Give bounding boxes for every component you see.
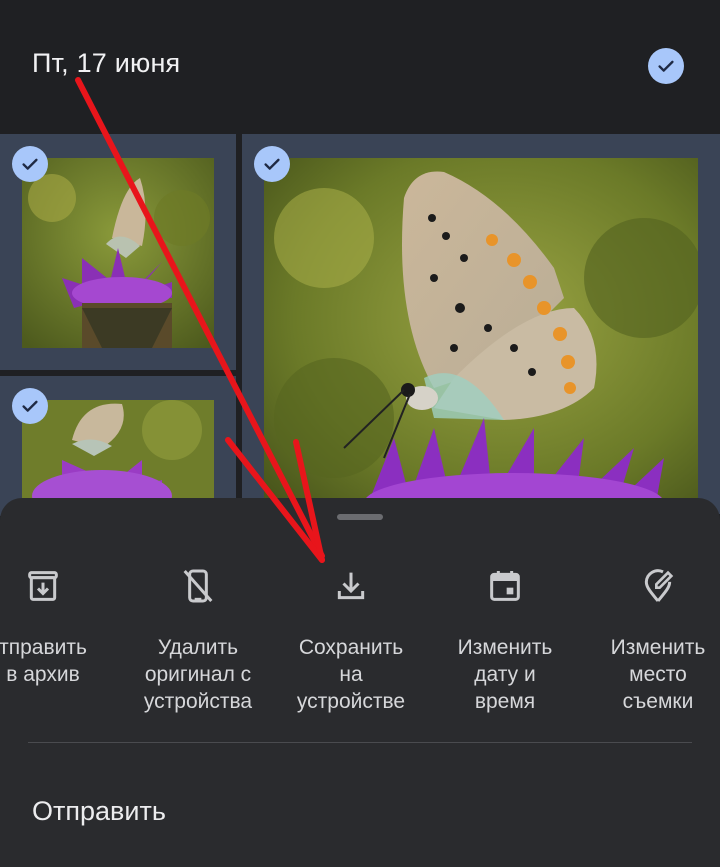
save-to-device-action-button[interactable]: Сохранить на устройстве [276, 566, 426, 715]
archive-action-label: тправить в архив [0, 636, 87, 686]
tile-selected-check-icon[interactable] [12, 146, 48, 182]
calendar-icon [490, 571, 520, 601]
location-edit-icon [644, 569, 674, 602]
save-to-device-action-label: Сохранить на устройстве [296, 636, 406, 713]
photo-grid [0, 134, 720, 516]
edit-location-action-label: Изменить место съемки [610, 636, 706, 713]
butterfly-photo [22, 158, 214, 348]
actions-bottom-sheet: тправить в архив Удалить оригинал с устр… [0, 498, 720, 867]
delete-from-device-action-button[interactable]: Удалить оригинал с устройства [123, 566, 273, 715]
archive-action-button[interactable]: тправить в архив [0, 566, 118, 688]
sheet-divider [28, 742, 692, 743]
date-label: Пт, 17 июня [32, 48, 181, 78]
edit-date-time-action-label: Изменить дату и время [457, 636, 553, 713]
download-icon [337, 572, 365, 600]
select-all-check-icon[interactable] [648, 48, 684, 84]
tile-selected-check-icon[interactable] [254, 146, 290, 182]
sheet-drag-handle[interactable] [337, 514, 383, 520]
phone-off-icon [183, 569, 213, 603]
edit-location-action-button[interactable]: Изменить место съемки [583, 566, 720, 715]
send-section-title: Отправить [32, 796, 166, 826]
delete-from-device-action-label: Удалить оригинал с устройства [143, 636, 253, 713]
edit-date-time-action-button[interactable]: Изменить дату и время [430, 566, 580, 715]
photo-tile[interactable] [242, 134, 720, 514]
photo-tile[interactable] [0, 134, 236, 370]
butterfly-photo [264, 158, 698, 514]
day-header: Пт, 17 июня [0, 0, 720, 134]
archive-icon [28, 571, 58, 601]
photo-tile[interactable] [0, 376, 236, 516]
tile-selected-check-icon[interactable] [12, 388, 48, 424]
